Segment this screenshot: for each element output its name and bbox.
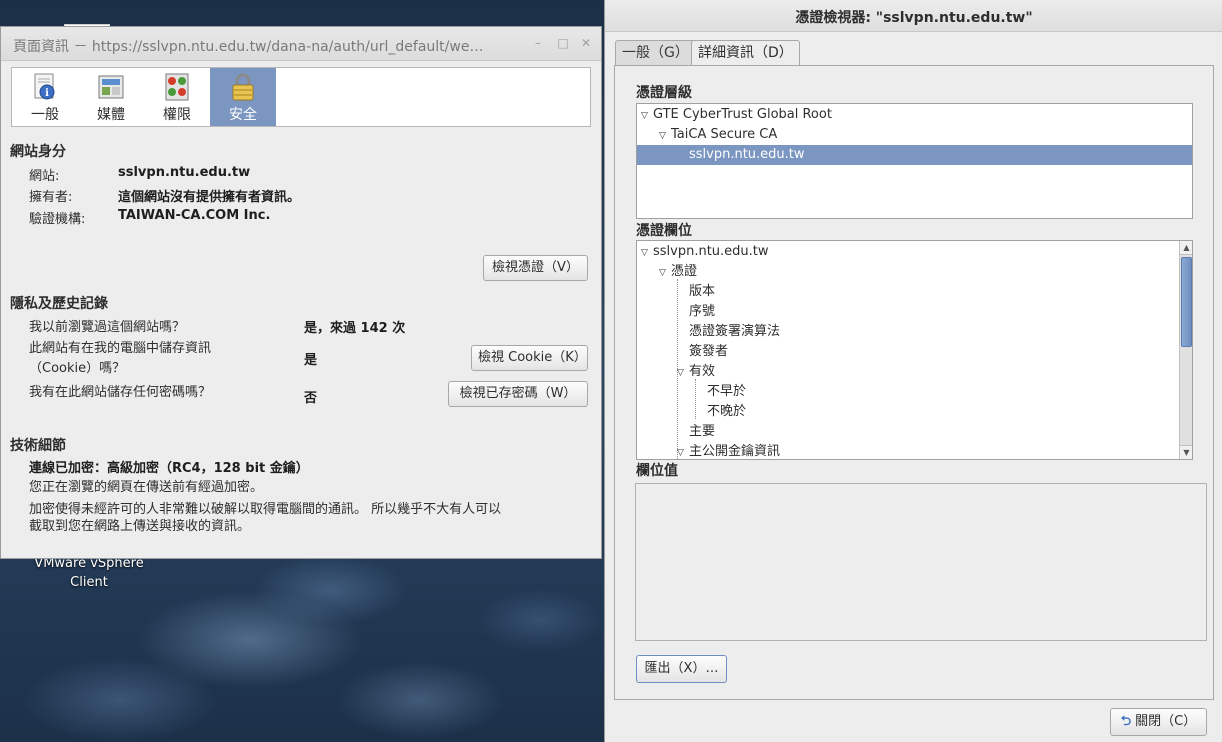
minimize-icon[interactable]: – [531, 36, 545, 50]
toolbar-general-button[interactable]: i 一般 [12, 68, 78, 126]
hierarchy-item-label: sslvpn.ntu.edu.tw [689, 147, 805, 162]
cookie-question-line2: （Cookie）嗎？ [29, 361, 126, 376]
tab-general[interactable]: 一般（G） [615, 40, 696, 66]
field-row[interactable]: 序號 [637, 302, 715, 322]
field-label: 簽發者 [689, 344, 729, 359]
toolbar-permissions-label: 權限 [163, 107, 191, 123]
field-value-textarea[interactable] [635, 483, 1207, 641]
visited-answer: 是，來過 142 次 [304, 321, 406, 336]
scrollbar-thumb[interactable] [1181, 257, 1192, 347]
close-icon[interactable]: ✕ [579, 36, 593, 50]
expander-down-icon[interactable]: ▽ [677, 363, 689, 383]
hierarchy-item-label: GTE CyberTrust Global Root [653, 107, 832, 122]
cookie-question-line1: 此網站有在我的電腦中儲存資訊 [29, 341, 212, 356]
page-info-titlebar[interactable]: 頁面資訊 － https://sslvpn.ntu.edu.tw/dana-na… [1, 27, 601, 61]
field-label: 主公開金鑰資訊 [689, 444, 781, 459]
svg-text:i: i [45, 88, 49, 99]
field-label: 有效 [689, 364, 716, 379]
export-button[interactable]: 匯出（X）… [636, 655, 727, 683]
expander-down-icon[interactable]: ▽ [659, 126, 671, 146]
field-label: sslvpn.ntu.edu.tw [653, 244, 769, 259]
page-info-toolbar: i 一般 媒體 權限 安全 [11, 67, 591, 127]
desktop-icon-label[interactable]: VMware vSphere Client [20, 556, 158, 590]
field-row[interactable]: ▽ sslvpn.ntu.edu.tw [637, 242, 769, 262]
hierarchy-heading: 憑證層級 [636, 85, 692, 101]
expander-down-icon[interactable]: ▽ [677, 443, 689, 459]
toolbar-security-label: 安全 [229, 107, 257, 123]
hierarchy-item-label: TaiCA Secure CA [671, 127, 778, 142]
field-label: 不晚於 [707, 404, 747, 419]
page-info-title: 頁面資訊 － https://sslvpn.ntu.edu.tw/dana-na… [13, 39, 484, 55]
expander-down-icon[interactable]: ▽ [641, 243, 653, 263]
hierarchy-item-leaf[interactable]: sslvpn.ntu.edu.tw [637, 145, 1192, 165]
info-icon: i [34, 73, 55, 100]
field-row[interactable]: 版本 [637, 282, 715, 302]
field-row[interactable]: 不早於 [637, 382, 746, 402]
certificate-viewer-window: 憑證檢視器: "sslvpn.ntu.edu.tw" 一般（G） 詳細資訊（D）… [604, 0, 1222, 742]
verifier-label: 驗證機構: [29, 212, 86, 227]
field-row[interactable]: 憑證簽署演算法 [637, 322, 780, 342]
owner-value: 這個網站沒有提供擁有者資訊。 [118, 190, 301, 205]
field-row[interactable]: 主要 [637, 422, 715, 442]
field-row[interactable]: 不晚於 [637, 402, 746, 422]
website-label: 網站: [29, 169, 60, 184]
toolbar-permissions-button[interactable]: 權限 [144, 68, 210, 126]
media-icon [98, 75, 124, 99]
scroll-up-icon[interactable]: ▲ [1180, 241, 1192, 255]
view-cookies-button[interactable]: 檢視 Cookie（K） [471, 345, 588, 371]
view-saved-passwords-button[interactable]: 檢視已存密碼（W） [448, 381, 588, 407]
technical-details-heading: 技術細節 [10, 438, 66, 454]
page-info-window: 頁面資訊 － https://sslvpn.ntu.edu.tw/dana-na… [0, 26, 602, 559]
field-row[interactable]: ▽ 主公開金鑰資訊 [637, 442, 781, 459]
permissions-icon [165, 73, 189, 101]
field-label: 版本 [689, 284, 716, 299]
fields-scrollbar[interactable]: ▲ ▼ [1179, 241, 1192, 459]
field-row[interactable]: ▽ 憑證 [637, 262, 697, 282]
toolbar-media-button[interactable]: 媒體 [78, 68, 144, 126]
field-label: 憑證簽署演算法 [689, 324, 781, 339]
view-certificate-button[interactable]: 檢視憑證（V） [483, 255, 588, 281]
field-label: 主要 [689, 424, 716, 439]
hierarchy-item-root[interactable]: ▽ GTE CyberTrust Global Root [637, 105, 1192, 125]
cookie-answer: 是 [304, 353, 318, 368]
password-question: 我有在此網站儲存任何密碼嗎？ [29, 385, 212, 400]
owner-label: 擁有者: [29, 190, 73, 205]
verifier-value: TAIWAN-CA.COM Inc. [118, 208, 271, 223]
certificate-hierarchy-tree[interactable]: ▽ GTE CyberTrust Global Root ▽ TaiCA Secur… [636, 103, 1193, 219]
encryption-status: 連線已加密：高級加密（RC4，128 bit 金鑰） [29, 461, 309, 476]
encryption-note-line1: 您正在瀏覽的網頁在傳送前有經過加密。 [29, 480, 264, 495]
field-value-heading: 欄位值 [636, 463, 678, 479]
close-button[interactable]: ⮌ 關閉（C） [1110, 708, 1207, 736]
visited-question: 我以前瀏覽過這個網站嗎？ [29, 320, 186, 335]
field-label: 憑證 [671, 264, 698, 279]
tab-details[interactable]: 詳細資訊（D） [691, 40, 800, 67]
expander-down-icon[interactable]: ▽ [641, 106, 653, 126]
lock-icon [232, 73, 254, 101]
certificate-fields-tree[interactable]: ▽ sslvpn.ntu.edu.tw ▽ 憑證 版本 序號 憑證簽署演算法 簽發者… [636, 240, 1193, 460]
fields-heading: 憑證欄位 [636, 223, 692, 239]
desktop-icon-label-line2: Client [70, 575, 108, 590]
maximize-icon[interactable]: □ [556, 36, 570, 50]
scroll-down-icon[interactable]: ▼ [1180, 445, 1192, 459]
website-value: sslvpn.ntu.edu.tw [118, 165, 251, 180]
expander-down-icon[interactable]: ▽ [659, 263, 671, 283]
privacy-history-heading: 隱私及歷史記錄 [10, 296, 108, 312]
encryption-note-line3: 截取到您在網路上傳送與接收的資訊。 [29, 519, 251, 534]
certificate-viewer-titlebar[interactable]: 憑證檢視器: "sslvpn.ntu.edu.tw" [605, 0, 1222, 32]
field-label: 序號 [689, 304, 716, 319]
toolbar-general-label: 一般 [31, 107, 59, 123]
certificate-viewer-title: 憑證檢視器: "sslvpn.ntu.edu.tw" [795, 10, 1033, 26]
close-button-label: 關閉（C） [1135, 714, 1197, 729]
toolbar-media-label: 媒體 [97, 107, 125, 123]
field-row[interactable]: ▽ 有效 [637, 362, 715, 382]
field-row[interactable]: 簽發者 [637, 342, 728, 362]
hierarchy-item-intermediate[interactable]: ▽ TaiCA Secure CA [637, 125, 1192, 145]
website-identity-heading: 網站身分 [10, 144, 66, 160]
field-label: 不早於 [707, 384, 747, 399]
toolbar-security-button[interactable]: 安全 [210, 68, 276, 126]
password-answer: 否 [304, 391, 318, 406]
close-arrow-icon: ⮌ [1120, 714, 1132, 729]
